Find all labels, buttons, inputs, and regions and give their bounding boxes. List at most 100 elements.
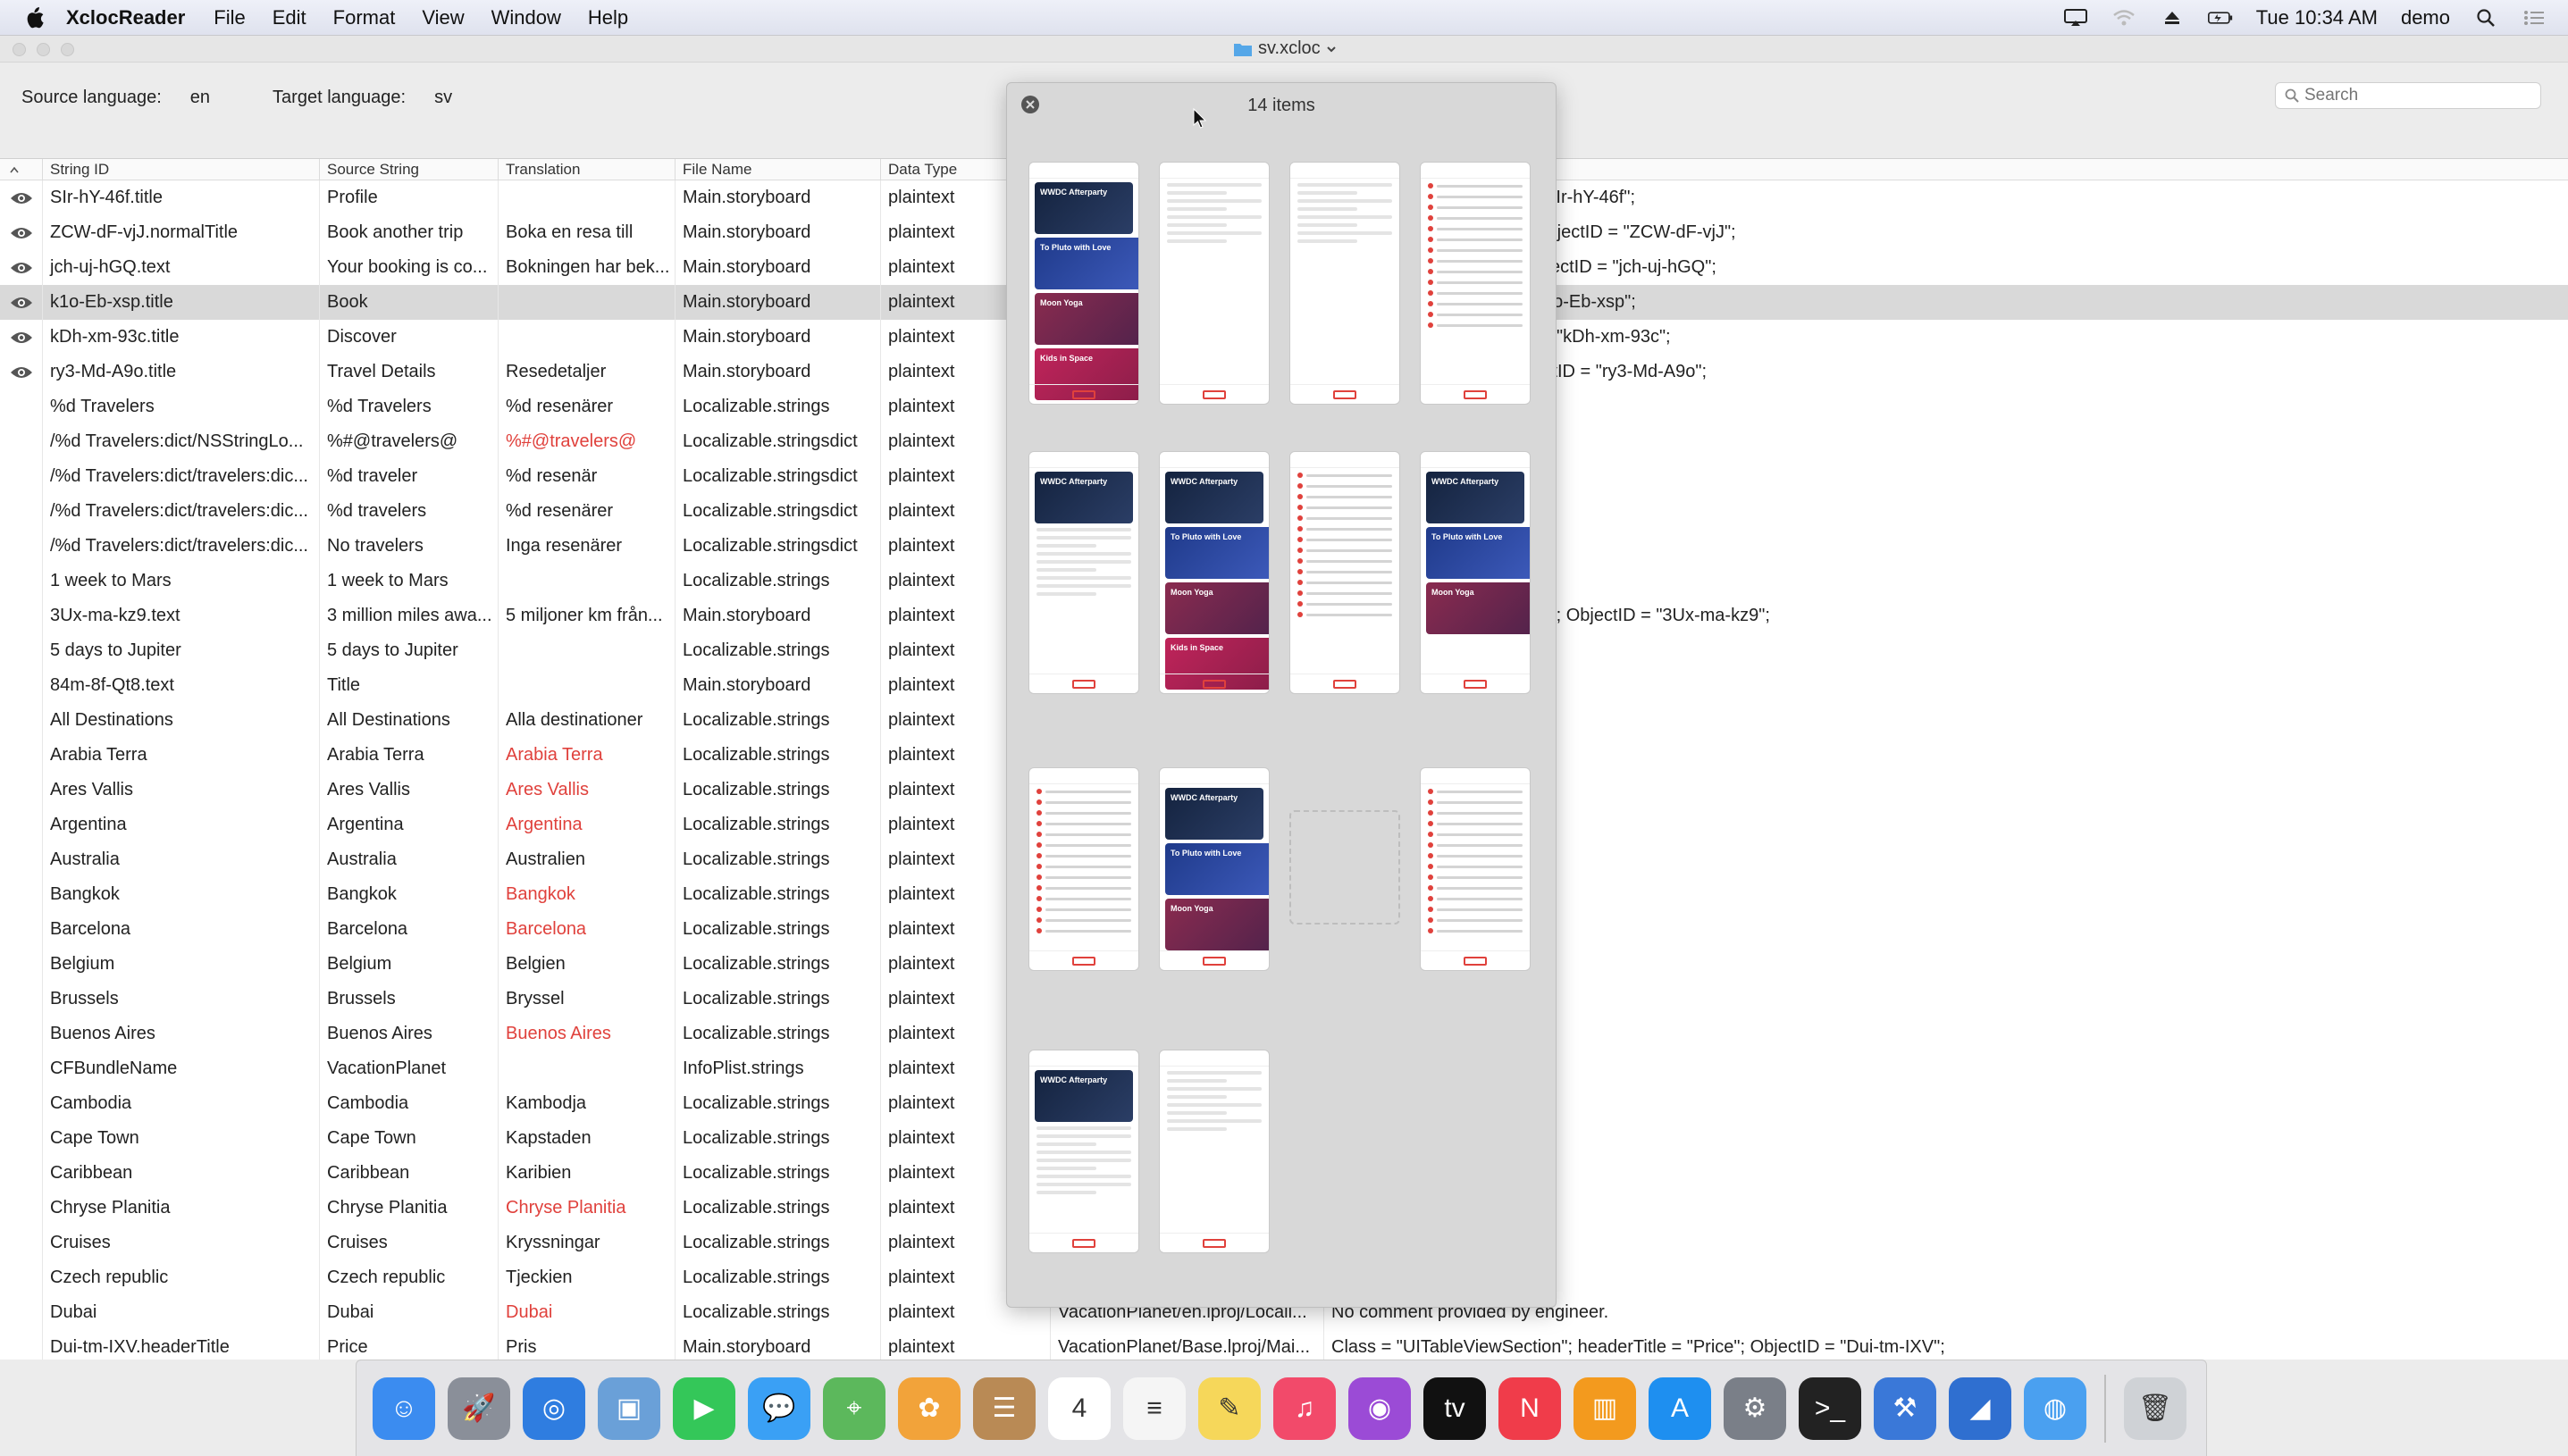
eye-icon[interactable]	[9, 215, 34, 250]
translation-cell[interactable]: Barcelona	[499, 912, 676, 947]
translation-cell[interactable]: Buenos Aires	[499, 1017, 676, 1051]
screenshot-thumbnail[interactable]	[1028, 767, 1139, 971]
translation-cell[interactable]: Chryse Planitia	[499, 1191, 676, 1226]
translation-cell[interactable]: Bryssel	[499, 982, 676, 1017]
messages-icon[interactable]: 💬	[748, 1377, 810, 1440]
menu-window[interactable]: Window	[491, 6, 561, 29]
translation-cell[interactable]: Dubai	[499, 1295, 676, 1330]
screenshot-thumbnail[interactable]	[1289, 451, 1400, 694]
user-name[interactable]: demo	[2401, 6, 2450, 29]
terminal-icon[interactable]: >_	[1799, 1377, 1861, 1440]
eye-icon[interactable]	[9, 250, 34, 285]
translation-cell[interactable]: Bokningen har bek...	[499, 250, 676, 285]
wifi-icon[interactable]	[2111, 8, 2136, 28]
reminders-icon[interactable]: ≡	[1123, 1377, 1186, 1440]
search-input[interactable]	[2304, 86, 2528, 105]
translation-cell[interactable]	[499, 180, 676, 215]
translation-cell[interactable]: Australien	[499, 842, 676, 877]
search-field[interactable]	[2275, 82, 2541, 109]
translation-cell[interactable]: Boka en resa till	[499, 215, 676, 250]
eye-icon[interactable]	[9, 180, 34, 215]
calendar-icon[interactable]: 4	[1048, 1377, 1111, 1440]
translation-cell[interactable]: Pris	[499, 1330, 676, 1360]
screenshot-thumbnail[interactable]: WWDC Afterparty	[1028, 451, 1139, 694]
screenshot-placeholder[interactable]	[1289, 810, 1400, 925]
translation-cell[interactable]: Ares Vallis	[499, 773, 676, 807]
app-store-icon[interactable]: A	[1649, 1377, 1711, 1440]
column-header-file-name[interactable]: File Name	[676, 159, 881, 180]
screenshot-thumbnail[interactable]	[1159, 162, 1270, 405]
eye-icon[interactable]	[9, 355, 34, 389]
menu-file[interactable]: File	[214, 6, 245, 29]
clock[interactable]: Tue 10:34 AM	[2256, 6, 2378, 29]
translation-cell[interactable]	[499, 320, 676, 355]
finder-icon[interactable]: ☺	[373, 1377, 435, 1440]
screenshot-thumbnail[interactable]: WWDC Afterparty To Pluto with Love Moon Yo…	[1159, 451, 1270, 694]
table-row[interactable]: Dui-tm-IXV.headerTitle Price Pris Main.stor…	[0, 1330, 2568, 1360]
row-preview-cell[interactable]	[0, 285, 43, 320]
launchpad-icon[interactable]: 🚀	[448, 1377, 510, 1440]
menu-edit[interactable]: Edit	[273, 6, 306, 29]
eye-icon[interactable]	[9, 320, 34, 355]
translation-cell[interactable]: %d resenärer	[499, 389, 676, 424]
news-icon[interactable]: N	[1498, 1377, 1561, 1440]
row-preview-cell[interactable]	[0, 215, 43, 250]
notes-icon[interactable]: ✎	[1198, 1377, 1261, 1440]
network-utility-icon[interactable]: ◍	[2024, 1377, 2086, 1440]
translation-cell[interactable]: Kambodja	[499, 1086, 676, 1121]
xcloc-reader-icon[interactable]: ◢	[1949, 1377, 2011, 1440]
translation-cell[interactable]	[499, 633, 676, 668]
translation-cell[interactable]	[499, 285, 676, 320]
menu-format[interactable]: Format	[333, 6, 396, 29]
screenshot-thumbnail[interactable]: WWDC Afterparty To Pluto with Love Moon Yo…	[1159, 767, 1270, 971]
screenshot-thumbnail[interactable]: WWDC Afterparty	[1028, 1050, 1139, 1253]
contacts-icon[interactable]: ☰	[973, 1377, 1036, 1440]
screenshot-thumbnail[interactable]	[1420, 162, 1531, 405]
translation-cell[interactable]: Kapstaden	[499, 1121, 676, 1156]
translation-cell[interactable]: Alla destinationer	[499, 703, 676, 738]
eye-icon[interactable]	[9, 285, 34, 320]
screenshot-thumbnail[interactable]	[1420, 767, 1531, 971]
sort-indicator[interactable]	[0, 159, 43, 180]
row-preview-cell[interactable]	[0, 250, 43, 285]
system-preferences-icon[interactable]: ⚙	[1724, 1377, 1786, 1440]
zoom-window-button[interactable]	[61, 43, 74, 56]
translation-cell[interactable]: %#@travelers@	[499, 424, 676, 459]
apple-menu-icon[interactable]	[21, 5, 46, 30]
minimize-window-button[interactable]	[37, 43, 50, 56]
row-preview-cell[interactable]	[0, 355, 43, 389]
translation-cell[interactable]: Karibien	[499, 1156, 676, 1191]
maps-icon[interactable]: ⌖	[823, 1377, 885, 1440]
app-menu[interactable]: XclocReader	[66, 6, 185, 29]
row-preview-cell[interactable]	[0, 320, 43, 355]
screenshot-thumbnail[interactable]	[1289, 162, 1400, 405]
menu-view[interactable]: View	[422, 6, 464, 29]
column-header-string-id[interactable]: String ID	[43, 159, 320, 180]
menu-help[interactable]: Help	[588, 6, 628, 29]
screenshot-thumbnail[interactable]	[1159, 1050, 1270, 1253]
translation-cell[interactable]	[499, 668, 676, 703]
screenshot-thumbnail[interactable]: WWDC Afterparty To Pluto with Love Moon Yo…	[1420, 451, 1531, 694]
translation-cell[interactable]: Bangkok	[499, 877, 676, 912]
close-window-button[interactable]	[13, 43, 26, 56]
preview-icon[interactable]: ▣	[598, 1377, 660, 1440]
xcode-icon[interactable]: ⚒	[1874, 1377, 1936, 1440]
podcasts-icon[interactable]: ◉	[1348, 1377, 1411, 1440]
airplay-icon[interactable]	[2063, 8, 2088, 28]
facetime-icon[interactable]: ▶	[673, 1377, 735, 1440]
translation-cell[interactable]: 5 miljoner km från...	[499, 598, 676, 633]
notification-center-icon[interactable]	[2522, 8, 2547, 28]
safari-icon[interactable]: ◎	[523, 1377, 585, 1440]
column-header-translation[interactable]: Translation	[499, 159, 676, 180]
translation-cell[interactable]: Inga resenärer	[499, 529, 676, 564]
row-preview-cell[interactable]	[0, 180, 43, 215]
translation-cell[interactable]: Resedetaljer	[499, 355, 676, 389]
music-icon[interactable]: ♫	[1273, 1377, 1336, 1440]
translation-cell[interactable]	[499, 564, 676, 598]
translation-cell[interactable]: Tjeckien	[499, 1260, 676, 1295]
photos-icon[interactable]: ✿	[898, 1377, 961, 1440]
translation-cell[interactable]: %d resenärer	[499, 494, 676, 529]
spotlight-search-icon[interactable]	[2473, 8, 2498, 28]
screenshot-thumbnail[interactable]: WWDC Afterparty To Pluto with Love Moon Yo…	[1028, 162, 1139, 405]
battery-icon[interactable]	[2207, 8, 2233, 28]
